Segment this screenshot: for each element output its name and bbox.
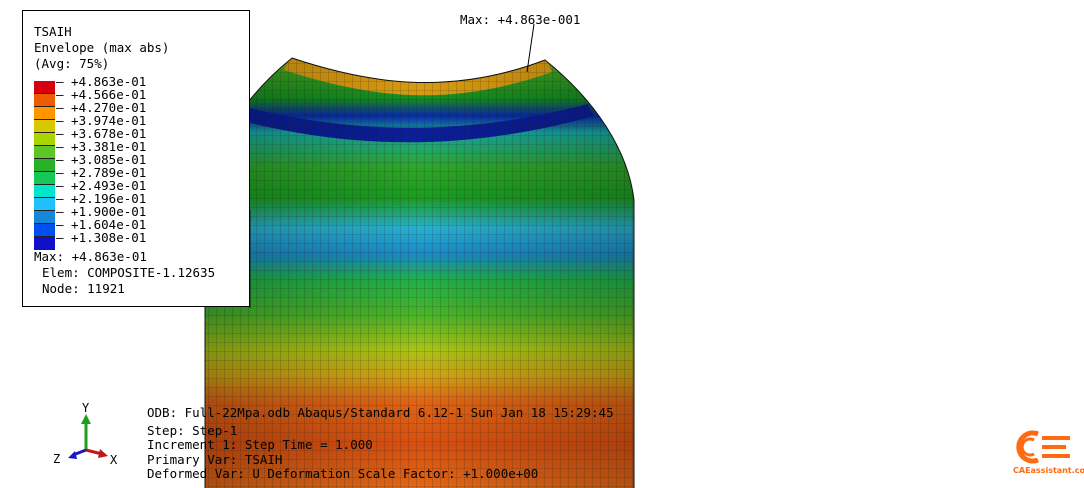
caeassistant-logo: CAEassistant.com bbox=[1008, 428, 1084, 488]
legend-swatch bbox=[34, 198, 55, 211]
legend-max-node: Node: 11921 bbox=[42, 281, 125, 296]
primary-var-info: Primary Var: TSAIH bbox=[147, 451, 283, 467]
increment-info: Increment 1: Step Time = 1.000 bbox=[147, 437, 373, 452]
axis-triad: Y X Z bbox=[53, 401, 118, 467]
odb-info: ODB: Full-22Mpa.odb Abaqus/Standard 6.12… bbox=[147, 405, 614, 420]
legend-swatch bbox=[34, 94, 55, 107]
contour-legend[interactable]: TSAIH Envelope (max abs) (Avg: 75%) – +4… bbox=[22, 10, 250, 307]
logo-text: CAEassistant.com bbox=[1013, 466, 1084, 475]
legend-variable: TSAIH bbox=[34, 24, 72, 39]
legend-swatch bbox=[34, 133, 55, 146]
caeassistant-logo-mark bbox=[1016, 430, 1070, 464]
viewport-status-info: ODB: Full-22Mpa.odb Abaqus/Standard 6.12… bbox=[147, 405, 614, 482]
axis-z-label: Z bbox=[53, 452, 60, 466]
legend-max-element: Elem: COMPOSITE-1.12635 bbox=[42, 265, 216, 280]
legend-swatch bbox=[34, 107, 55, 120]
legend-swatch bbox=[34, 146, 55, 159]
legend-swatch bbox=[34, 185, 55, 198]
legend-max-value: Max: +4.863e-01 bbox=[34, 249, 147, 264]
axis-y-label: Y bbox=[82, 401, 90, 415]
axis-x-label: X bbox=[110, 453, 118, 467]
max-value-callout: Max: +4.863e-001 bbox=[460, 12, 581, 27]
step-info: Step: Step-1 bbox=[147, 422, 238, 438]
legend-swatch bbox=[34, 224, 55, 237]
legend-swatch bbox=[34, 211, 55, 224]
legend-envelope: Envelope (max abs) bbox=[34, 40, 170, 55]
legend-averaging: (Avg: 75%) bbox=[34, 56, 110, 71]
deformed-var-info: Deformed Var: U Deformation Scale Factor… bbox=[147, 466, 539, 481]
legend-tick-label: – +1.308e-01 bbox=[56, 230, 147, 245]
legend-color-bar bbox=[34, 81, 55, 250]
legend-swatch bbox=[34, 159, 55, 172]
legend-swatch bbox=[34, 81, 55, 94]
legend-swatch bbox=[34, 120, 55, 133]
legend-swatch bbox=[34, 172, 55, 185]
